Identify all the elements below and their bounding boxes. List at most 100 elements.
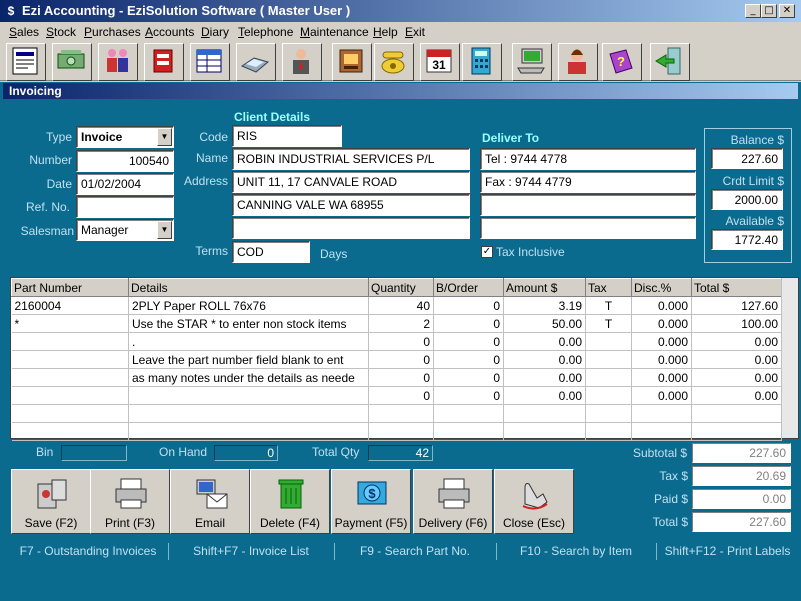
cell-border[interactable]: 0	[433, 368, 504, 387]
cell-tax[interactable]	[585, 404, 632, 423]
cell-border[interactable]: 0	[433, 350, 504, 369]
cell-total[interactable]: 0.00	[691, 386, 782, 405]
diary-tool-button[interactable]: 31	[420, 43, 460, 81]
col-border[interactable]: B/Order	[433, 278, 504, 297]
print-button[interactable]: Print (F3)	[90, 469, 170, 534]
table-row[interactable]: Leave the part number field blank to ent…	[11, 350, 782, 369]
help-tool-button[interactable]: ?	[602, 43, 642, 81]
cell-details[interactable]: .	[128, 332, 369, 351]
support-tool-button[interactable]	[558, 43, 598, 81]
col-discount[interactable]: Disc.%	[631, 278, 692, 297]
cell-part-number[interactable]	[11, 386, 129, 405]
cell-total[interactable]: 127.60	[691, 296, 782, 315]
cell-amount[interactable]: 50.00	[503, 314, 586, 333]
cell-quantity[interactable]: 0	[368, 350, 434, 369]
save-button[interactable]: Save (F2)	[11, 469, 91, 534]
cell-amount[interactable]: 3.19	[503, 296, 586, 315]
cell-details[interactable]: Leave the part number field blank to ent	[128, 350, 369, 369]
menu-diary[interactable]: Diary	[201, 25, 229, 39]
cell-quantity[interactable]: 40	[368, 296, 434, 315]
cell-border[interactable]	[433, 404, 504, 423]
dropdown-arrow-icon[interactable]: ▼	[157, 128, 172, 146]
cell-tax[interactable]: T	[585, 296, 632, 315]
cell-quantity[interactable]	[368, 422, 434, 441]
dropdown-arrow-icon[interactable]: ▼	[157, 221, 172, 239]
table-row[interactable]	[11, 404, 782, 423]
cell-part-number[interactable]	[11, 332, 129, 351]
cell-amount[interactable]: 0.00	[503, 350, 586, 369]
address-line1-field[interactable]: UNIT 11, 17 CANVALE ROAD	[232, 171, 470, 193]
cell-total[interactable]: 0.00	[691, 332, 782, 351]
computer-tool-button[interactable]	[512, 43, 552, 81]
exit-tool-button[interactable]	[650, 43, 690, 81]
money-tool-button[interactable]	[52, 43, 92, 81]
cell-part-number[interactable]	[11, 368, 129, 387]
cell-amount[interactable]	[503, 422, 586, 441]
cell-border[interactable]	[433, 422, 504, 441]
cell-details[interactable]: Use the STAR * to enter non stock items	[128, 314, 369, 333]
deliver-line2-field[interactable]: Fax : 9744 4779	[480, 171, 696, 193]
col-details[interactable]: Details	[128, 278, 369, 297]
cell-border[interactable]: 0	[433, 296, 504, 315]
menu-accounts[interactable]: Accounts	[145, 25, 194, 39]
col-total[interactable]: Total $	[691, 278, 782, 297]
col-amount[interactable]: Amount $	[503, 278, 586, 297]
payment-button[interactable]: $ Payment (F5)	[331, 469, 411, 534]
cell-quantity[interactable]	[368, 404, 434, 423]
table-row[interactable]	[11, 422, 782, 441]
cell-quantity[interactable]: 0	[368, 332, 434, 351]
minimize-button[interactable]: _	[745, 4, 761, 18]
date-field[interactable]: 01/02/2004	[76, 173, 174, 195]
pos-tool-button[interactable]	[332, 43, 372, 81]
employee-tool-button[interactable]	[282, 43, 322, 81]
cell-tax[interactable]	[585, 332, 632, 351]
terms-field[interactable]: COD	[232, 241, 310, 263]
cell-part-number[interactable]	[11, 350, 129, 369]
cell-amount[interactable]: 0.00	[503, 386, 586, 405]
cell-amount[interactable]: 0.00	[503, 332, 586, 351]
ledger-tool-button[interactable]	[190, 43, 230, 81]
cell-border[interactable]: 0	[433, 386, 504, 405]
delivery-button[interactable]: Delivery (F6)	[413, 469, 493, 534]
customers-tool-button[interactable]	[98, 43, 138, 81]
catalogue-tool-button[interactable]	[144, 43, 184, 81]
cell-total[interactable]: 0.00	[691, 368, 782, 387]
delete-button[interactable]: Delete (F4)	[250, 469, 330, 534]
address-line2-field[interactable]: CANNING VALE WA 68955	[232, 194, 470, 216]
cell-details[interactable]: as many notes under the details as neede	[128, 368, 369, 387]
cell-part-number[interactable]	[11, 404, 129, 423]
maximize-button[interactable]: □	[761, 4, 777, 18]
cell-tax[interactable]	[585, 368, 632, 387]
menu-telephone[interactable]: Telephone	[238, 25, 293, 39]
client-name-field[interactable]: ROBIN INDUSTRIAL SERVICES P/L	[232, 148, 470, 170]
cell-discount[interactable]: 0.000	[631, 350, 692, 369]
calculator-tool-button[interactable]	[462, 43, 502, 81]
cell-part-number[interactable]: *	[11, 314, 129, 333]
cell-quantity[interactable]: 0	[368, 368, 434, 387]
cell-details[interactable]: 2PLY Paper ROLL 76x76	[128, 296, 369, 315]
email-button[interactable]: Email	[170, 469, 250, 534]
cell-discount[interactable]: 0.000	[631, 368, 692, 387]
col-tax[interactable]: Tax	[585, 278, 632, 297]
cell-discount[interactable]: 0.000	[631, 332, 692, 351]
menu-exit[interactable]: Exit	[405, 25, 425, 39]
close-button[interactable]: Close (Esc)	[494, 469, 574, 534]
number-field[interactable]: 100540	[76, 150, 174, 172]
cell-amount[interactable]: 0.00	[503, 368, 586, 387]
address-line3-field[interactable]	[232, 217, 470, 239]
menu-stock[interactable]: Stock	[46, 25, 76, 39]
cell-total[interactable]: 100.00	[691, 314, 782, 333]
tax-inclusive-checkbox[interactable]: ✓	[481, 246, 493, 258]
cell-tax[interactable]	[585, 386, 632, 405]
type-select[interactable]: Invoice ▼	[76, 126, 174, 148]
menu-purchases[interactable]: Purchases	[84, 25, 141, 39]
code-field[interactable]: RIS	[232, 125, 342, 147]
scanner-tool-button[interactable]	[236, 43, 276, 81]
cell-total[interactable]: 0.00	[691, 350, 782, 369]
table-row[interactable]: * Use the STAR * to enter non stock items…	[11, 314, 782, 333]
cell-part-number[interactable]: 2160004	[11, 296, 129, 315]
close-window-button[interactable]: ✕	[779, 4, 795, 18]
cell-total[interactable]	[691, 404, 782, 423]
cell-details[interactable]	[128, 404, 369, 423]
cell-tax[interactable]: T	[585, 314, 632, 333]
